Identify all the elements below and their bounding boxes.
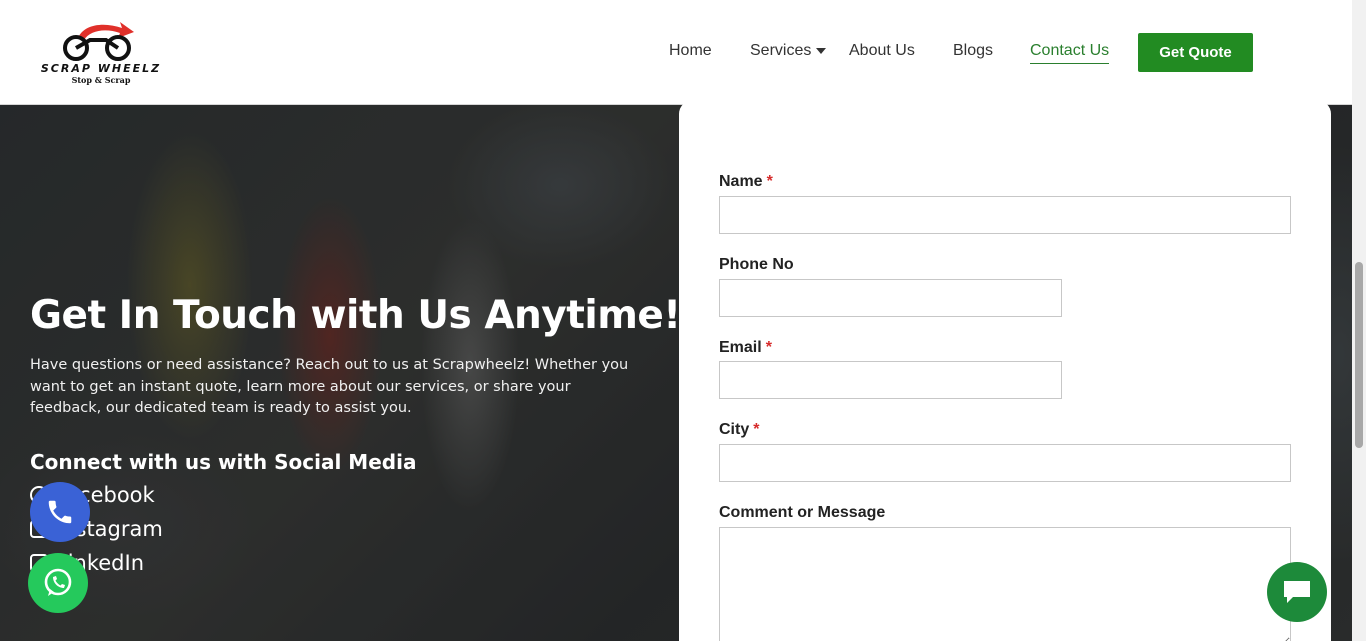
nav-blogs[interactable]: Blogs <box>953 42 993 60</box>
call-button[interactable] <box>30 482 90 542</box>
hero-description: Have questions or need assistance? Reach… <box>30 357 629 416</box>
message-label: Comment or Message <box>719 504 886 521</box>
email-input[interactable] <box>719 361 1062 399</box>
email-label: Email * <box>719 339 772 357</box>
city-input[interactable] <box>719 444 1291 482</box>
whatsapp-button[interactable] <box>28 553 88 613</box>
logo-tagline: Stop & Scrap <box>71 75 131 85</box>
required-marker: * <box>765 339 772 356</box>
email-label-text: Email <box>719 339 762 356</box>
nav-home[interactable]: Home <box>669 42 712 60</box>
phone-icon <box>48 500 72 524</box>
message-textarea[interactable] <box>719 527 1291 641</box>
phone-label: Phone No <box>719 256 794 273</box>
whatsapp-icon <box>44 568 72 596</box>
site-logo[interactable]: SCRAP WHEELZ Stop & Scrap <box>30 18 172 88</box>
nav-contact[interactable]: Contact Us <box>1030 42 1110 64</box>
phone-input[interactable] <box>719 279 1062 317</box>
live-chat-button[interactable] <box>1267 562 1327 622</box>
get-quote-button[interactable]: Get Quote <box>1138 33 1253 72</box>
nav-about[interactable]: About Us <box>849 42 915 60</box>
logo-wordmark: SCRAP WHEELZ <box>40 62 162 75</box>
motorbike-logo-icon <box>63 22 134 61</box>
scrollbar-thumb[interactable] <box>1355 262 1363 448</box>
chevron-down-icon <box>816 47 827 54</box>
social-heading: Connect with us with Social Media <box>30 450 417 474</box>
page-scrollbar[interactable] <box>1352 0 1366 641</box>
site-header: SCRAP WHEELZ Stop & Scrap Home Services … <box>0 0 1352 105</box>
name-label: Name * <box>719 173 773 191</box>
required-marker: * <box>753 421 760 438</box>
contact-form: Name * Phone No Email * City * Comment or M… <box>679 100 1331 641</box>
city-label: City * <box>719 421 759 439</box>
required-marker: * <box>766 173 773 190</box>
name-label-text: Name <box>719 173 763 190</box>
nav-services[interactable]: Services <box>750 42 827 60</box>
chat-icon <box>1284 581 1310 603</box>
hero-title: Get In Touch with Us Anytime! <box>30 293 681 338</box>
nav-services-label: Services <box>750 42 812 59</box>
name-input[interactable] <box>719 196 1291 234</box>
city-label-text: City <box>719 421 750 438</box>
